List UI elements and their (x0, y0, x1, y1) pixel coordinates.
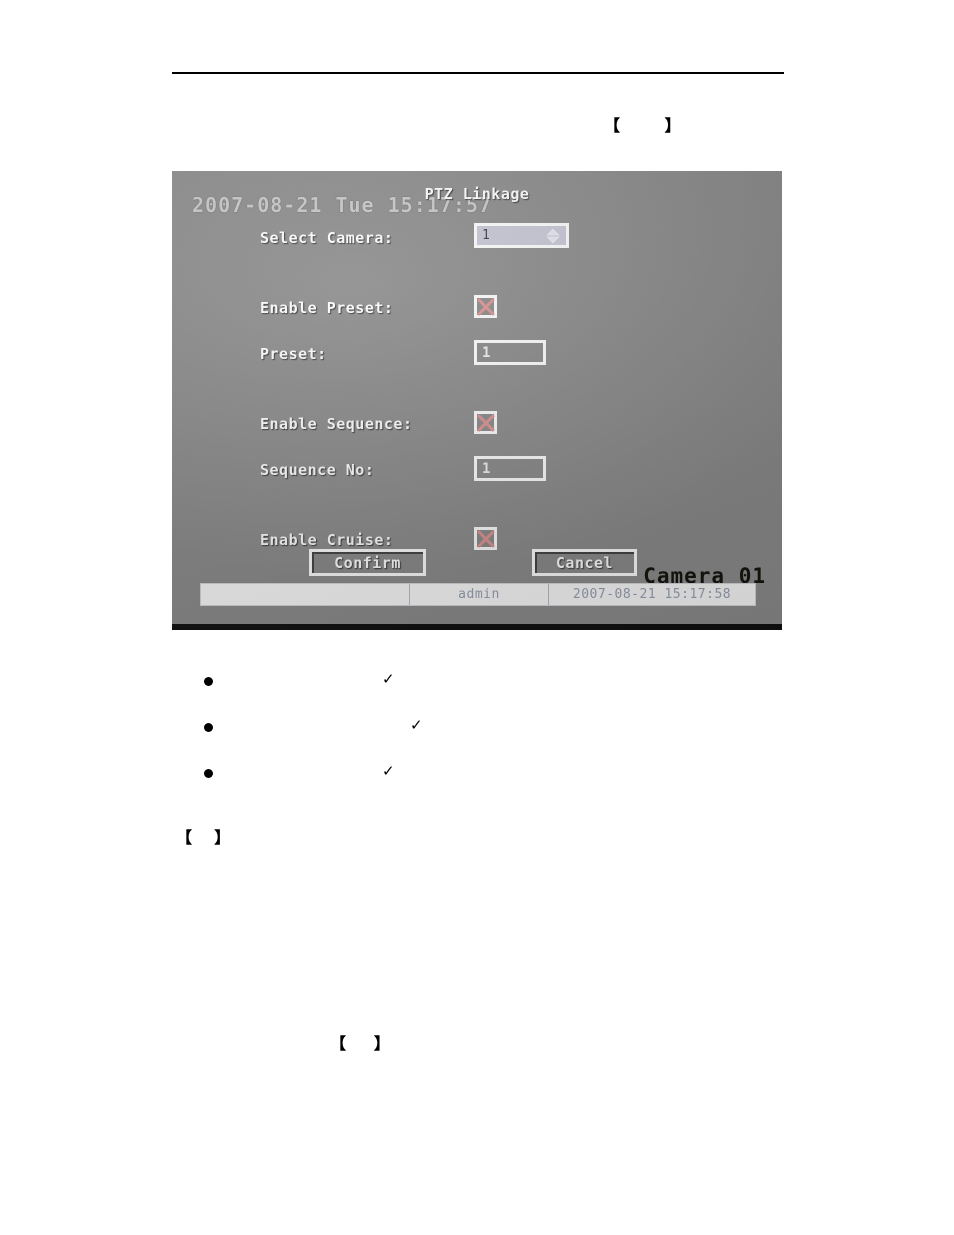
bracket-marker-above-figure: 【 】 (604, 116, 681, 135)
bracket-marker-footer: 【 】 (330, 1034, 390, 1053)
control-select-camera: 1 (474, 223, 569, 248)
form-row-enable-sequence: Enable Sequence: (172, 409, 782, 455)
status-bar-datetime-cell: 2007-08-21 15:17:58 (548, 584, 755, 605)
list-item: ✓ (176, 756, 776, 802)
bullet-list: ✓ ✓ ✓ (176, 664, 776, 802)
status-bar-user-cell: admin (409, 584, 548, 605)
chevron-up-icon[interactable] (546, 228, 560, 235)
control-enable-preset (474, 293, 497, 318)
preset-input-value: 1 (482, 344, 491, 361)
form-spacer-3 (172, 501, 782, 525)
status-bar-message-cell (201, 584, 409, 605)
form-spacer-1 (172, 269, 782, 293)
select-camera-value: 1 (482, 228, 490, 243)
form-row-sequence-no: Sequence No: 1 (172, 455, 782, 501)
sequence-no-input[interactable]: 1 (474, 456, 546, 481)
spinner-arrows-icon[interactable] (546, 228, 560, 243)
enable-cruise-checkbox[interactable] (474, 527, 497, 550)
bracket-marker-section: 【 】 (176, 828, 231, 847)
check-mark-icon: ✓ (410, 716, 423, 734)
list-item: ✓ (176, 664, 776, 710)
dialog-title: PTZ Linkage (424, 185, 530, 203)
manual-page: 【 】 2007-08-21 Tue 15:17:57 PTZ Linkage … (0, 0, 954, 1235)
select-camera-spinner[interactable]: 1 (474, 223, 569, 248)
confirm-button[interactable]: Confirm (309, 549, 426, 576)
cancel-button-label: Cancel (555, 553, 614, 572)
cancel-button[interactable]: Cancel (532, 549, 637, 576)
check-mark-icon: ✓ (382, 762, 395, 780)
label-enable-cruise: Enable Cruise: (260, 531, 394, 549)
form-row-enable-cruise: Enable Cruise: (172, 525, 782, 571)
enable-preset-checkbox[interactable] (474, 295, 497, 318)
list-item: ✓ (176, 710, 776, 756)
figure-bottom-band (172, 624, 782, 630)
page-header-rule (172, 72, 784, 74)
bullet-dot-icon (204, 723, 213, 732)
check-mark-icon: ✓ (382, 670, 395, 688)
form-row-select-camera: Select Camera: 1 (172, 223, 782, 269)
control-enable-sequence (474, 409, 497, 434)
ptz-linkage-form: Select Camera: 1 Enable Preset: Preset: … (172, 223, 782, 571)
label-preset: Preset: (260, 345, 327, 363)
chevron-down-icon[interactable] (546, 236, 560, 243)
label-enable-sequence: Enable Sequence: (260, 415, 413, 433)
label-sequence-no: Sequence No: (260, 461, 375, 479)
dvr-status-bar: admin 2007-08-21 15:17:58 (200, 583, 756, 606)
form-spacer-2 (172, 385, 782, 409)
sequence-no-input-value: 1 (482, 460, 491, 477)
bullet-dot-icon (204, 769, 213, 778)
dvr-screenshot-figure: 2007-08-21 Tue 15:17:57 PTZ Linkage Sele… (172, 171, 782, 630)
bullet-dot-icon (204, 677, 213, 686)
control-preset: 1 (474, 339, 546, 365)
form-row-preset: Preset: 1 (172, 339, 782, 385)
preset-input[interactable]: 1 (474, 340, 546, 365)
control-enable-cruise (474, 525, 497, 550)
confirm-button-label: Confirm (334, 553, 401, 572)
control-sequence-no: 1 (474, 455, 546, 481)
form-row-enable-preset: Enable Preset: (172, 293, 782, 339)
enable-sequence-checkbox[interactable] (474, 411, 497, 434)
label-select-camera: Select Camera: (260, 229, 394, 247)
label-enable-preset: Enable Preset: (260, 299, 394, 317)
